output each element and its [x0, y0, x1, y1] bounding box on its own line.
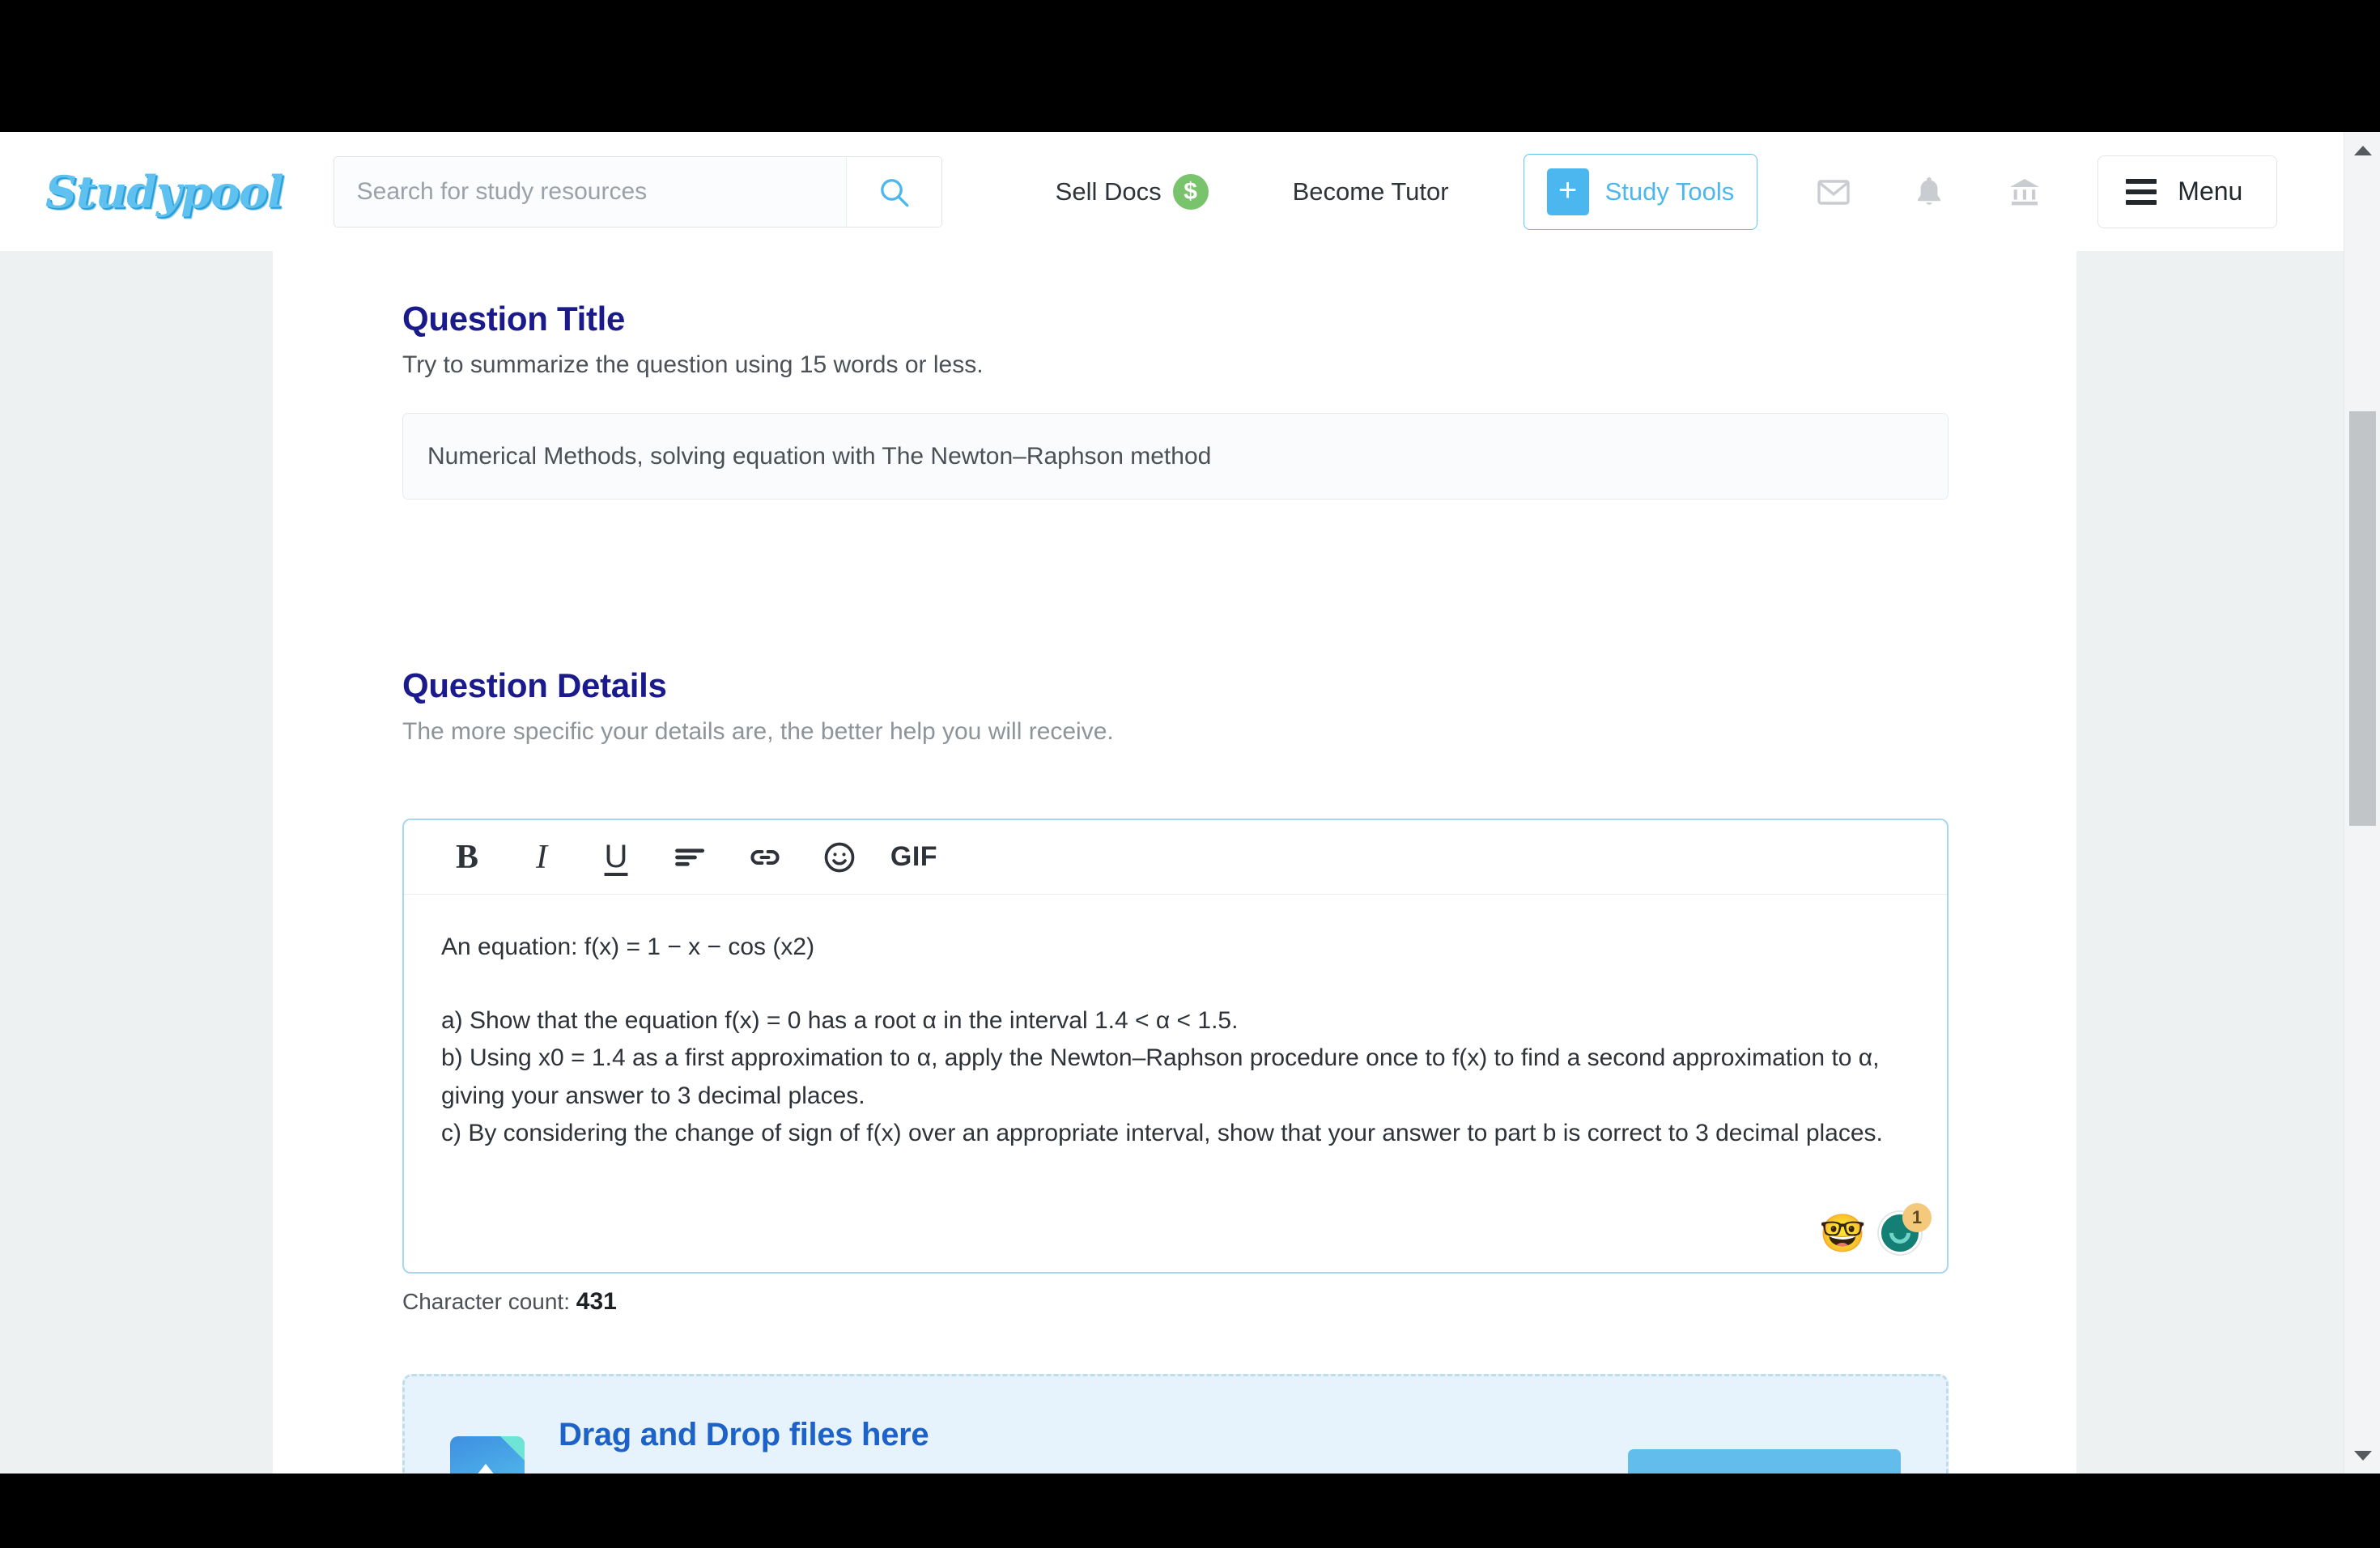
nav-item-sell-docs[interactable]: Sell Docs $: [1055, 173, 1209, 210]
file-dropzone[interactable]: Drag and Drop files here PDF, Screenshot…: [402, 1374, 1949, 1474]
menu-button[interactable]: Menu: [2097, 155, 2278, 228]
dropzone-formats-text: PDF, Screenshot/ Image, XSLS, Doc, Zip.: [559, 1470, 1008, 1474]
question-details-heading: Question Details: [402, 666, 667, 704]
hamburger-icon: [2126, 178, 2157, 205]
search-icon: [881, 178, 909, 206]
scroll-up-button[interactable]: [2344, 132, 2380, 168]
editor-line-c: c) By considering the change of sign of …: [441, 1120, 1883, 1146]
chevron-down-icon: [2353, 1450, 2372, 1461]
nav-item-become-tutor[interactable]: Become Tutor: [1293, 177, 1449, 206]
plus-square-icon: +: [1546, 168, 1589, 215]
nav-become-tutor-label: Become Tutor: [1292, 176, 1449, 206]
question-title-input[interactable]: [403, 442, 1948, 470]
mail-button[interactable]: [1814, 172, 1853, 211]
upload-files-button[interactable]: UPLOAD FILES: [1628, 1449, 1901, 1474]
study-tools-label: Study Tools: [1604, 176, 1735, 206]
align-left-icon[interactable]: [653, 820, 728, 895]
search-input[interactable]: [334, 156, 846, 227]
rich-text-editor[interactable]: B I U GIF An equation: f(x) = 1 − x − co…: [402, 819, 1949, 1274]
search-button[interactable]: [845, 156, 941, 227]
chevron-up-icon: [2353, 145, 2372, 155]
bank-icon: [2010, 178, 2040, 205]
search-box[interactable]: [333, 155, 942, 228]
editor-line-a: a) Show that the equation f(x) = 0 has a…: [441, 1006, 1239, 1034]
mail-icon: [1817, 179, 1850, 205]
question-title-heading: Question Title: [402, 300, 626, 338]
studypool-logo[interactable]: Studypool: [45, 166, 284, 218]
letterbox-top: [0, 0, 2380, 132]
upload-document-icon: [450, 1436, 525, 1474]
emoji-icon[interactable]: [802, 820, 877, 895]
question-title-hint: Try to summarize the question using 15 w…: [402, 351, 984, 378]
link-icon[interactable]: [728, 820, 802, 895]
notifications-button[interactable]: [1910, 172, 1949, 211]
tutor-status-icon[interactable]: 1: [1879, 1203, 1932, 1254]
character-count-label: Character count:: [402, 1289, 570, 1314]
editor-content[interactable]: An equation: f(x) = 1 − x − cos (x2) a) …: [404, 895, 1947, 1272]
bold-icon[interactable]: B: [430, 820, 504, 895]
dropzone-title: Drag and Drop files here: [559, 1417, 929, 1452]
editor-reactions: 🤓 1: [1820, 1203, 1932, 1254]
gif-icon[interactable]: GIF: [877, 820, 951, 895]
vertical-scrollbar[interactable]: [2344, 132, 2380, 1474]
editor-line-equation: An equation: f(x) = 1 − x − cos (x2): [441, 933, 815, 960]
editor-line-b: b) Using x0 = 1.4 as a first approximati…: [441, 1044, 1880, 1109]
question-title-input-wrapper[interactable]: [402, 413, 1949, 500]
underline-icon[interactable]: U: [579, 820, 653, 895]
page-gutter-left: [0, 251, 273, 1474]
nerd-face-icon[interactable]: 🤓: [1820, 1214, 1866, 1252]
question-details-section: Question Details The more specific your …: [402, 666, 1949, 746]
question-details-hint: The more specific your details are, the …: [402, 718, 1114, 745]
study-tools-button[interactable]: + Study Tools: [1523, 153, 1758, 230]
browser-viewport: Studypool Sell Docs $ Become Tutor + Stu…: [0, 132, 2380, 1474]
editor-blank-line: [441, 967, 1910, 1002]
dollar-circle-icon: $: [1172, 173, 1209, 210]
scrollbar-thumb[interactable]: [2349, 411, 2376, 826]
character-count: Character count: 431: [402, 1288, 617, 1316]
letterbox-bottom: [0, 1474, 2380, 1548]
dropzone-formats: PDF, Screenshot/ Image, XSLS, Doc, Zip. …: [559, 1466, 1103, 1474]
dropzone-text: Drag and Drop files here PDF, Screenshot…: [559, 1417, 1103, 1474]
page-gutter-right: [2076, 251, 2344, 1474]
institution-button[interactable]: [2005, 172, 2044, 211]
question-title-section: Question Title Try to summarize the ques…: [402, 300, 1949, 500]
reaction-count-badge: 1: [1902, 1203, 1932, 1232]
bell-icon: [1918, 176, 1941, 205]
editor-toolbar: B I U GIF: [404, 820, 1947, 895]
italic-icon[interactable]: I: [504, 820, 579, 895]
site-header: Studypool Sell Docs $ Become Tutor + Stu…: [0, 132, 2344, 251]
scroll-down-button[interactable]: [2344, 1437, 2380, 1474]
character-count-value: 431: [576, 1288, 617, 1315]
menu-label: Menu: [2178, 176, 2243, 206]
nav-sell-docs-label: Sell Docs: [1055, 176, 1162, 206]
